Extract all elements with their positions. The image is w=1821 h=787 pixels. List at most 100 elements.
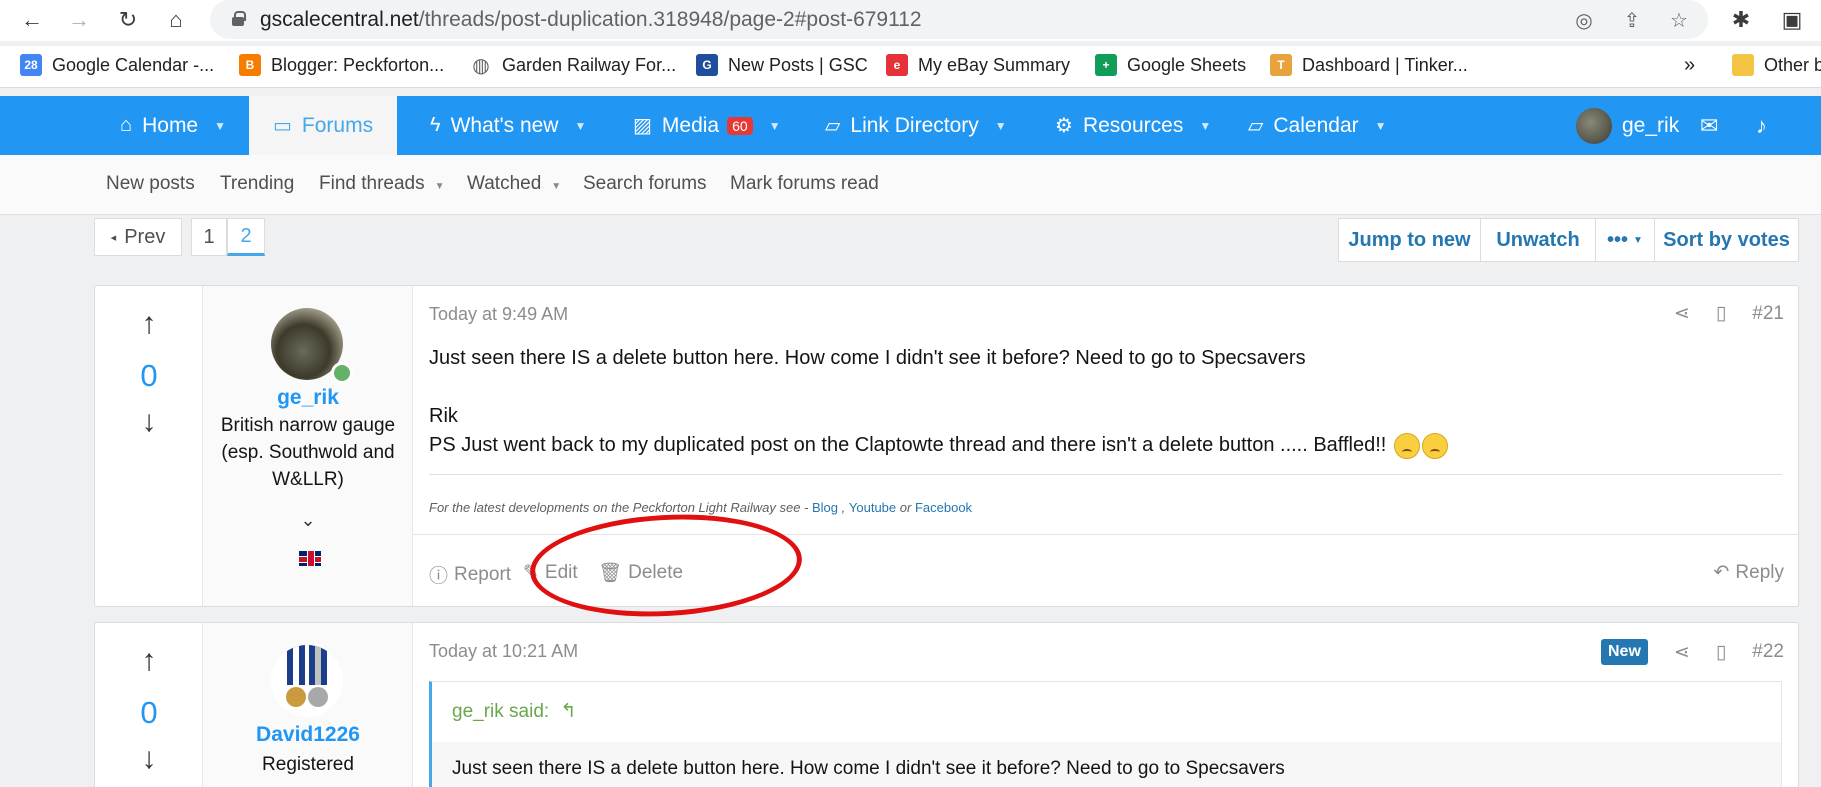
extensions-icon[interactable]: ✱ xyxy=(1726,5,1756,35)
account-menu[interactable]: ge_rik xyxy=(1576,96,1679,155)
eye-off-icon[interactable]: ◎ xyxy=(1570,6,1598,34)
subnav-find-threads[interactable]: Find threads ▼ xyxy=(319,173,445,195)
online-status-icon xyxy=(331,362,353,384)
page-2-button[interactable]: 2 xyxy=(227,218,265,256)
bookmark-google-calendar[interactable]: 28 Google Calendar -... xyxy=(20,54,214,76)
more-icon: ••• xyxy=(1607,228,1629,251)
star-icon[interactable]: ☆ xyxy=(1665,6,1693,34)
bookmark-tinkercad[interactable]: T Dashboard | Tinker... xyxy=(1270,54,1468,76)
uk-flag-icon xyxy=(299,551,321,566)
bookmark-ebay[interactable]: e My eBay Summary xyxy=(886,54,1070,76)
bolt-icon: ϟ xyxy=(430,114,441,136)
bookmark-google-sheets[interactable]: + Google Sheets xyxy=(1095,54,1246,76)
url-text: gscalecentral.net/threads/post-duplicati… xyxy=(260,8,922,32)
reload-icon[interactable]: ↻ xyxy=(112,4,144,36)
post-message: Just seen there IS a delete button here.… xyxy=(429,344,1782,460)
subnav-new-posts[interactable]: New posts xyxy=(106,173,195,195)
prev-label: Prev xyxy=(124,225,166,248)
youtube-link[interactable]: Youtube xyxy=(849,500,896,515)
downvote-arrow-icon[interactable]: ↓ xyxy=(133,743,165,775)
nav-tab-label: Link Directory xyxy=(850,113,979,137)
jump-to-new-button[interactable]: Jump to new xyxy=(1338,218,1481,262)
share-icon[interactable]: ⇪ xyxy=(1618,6,1646,34)
bookmark-icon[interactable]: ▯ xyxy=(1716,302,1726,325)
url-host: gscalecentral.net xyxy=(260,8,419,31)
message-line: Rik xyxy=(429,405,458,427)
subnav-watched[interactable]: Watched ▼ xyxy=(467,173,561,195)
downvote-arrow-icon[interactable]: ↓ xyxy=(133,406,165,438)
nav-tab-label: Forums xyxy=(301,113,374,137)
subnav-mark-forums-read[interactable]: Mark forums read xyxy=(730,173,879,195)
upvote-arrow-icon[interactable]: ↑ xyxy=(133,308,165,340)
post-number[interactable]: #22 xyxy=(1752,641,1784,663)
nav-tab-media[interactable]: ▨ Media 60 ▼ xyxy=(633,96,781,155)
sub-nav: New posts Trending Find threads ▼ Watched… xyxy=(0,155,1821,215)
nav-tab-whats-new[interactable]: ϟ What's new ▼ xyxy=(430,96,586,155)
quote-attribution[interactable]: ge_rik said: ↰ xyxy=(452,700,576,723)
user-column: David1226 Registered xyxy=(203,623,413,787)
other-bookmarks[interactable]: Other b xyxy=(1732,54,1821,76)
signature-text: For the latest developments on the Peckf… xyxy=(429,500,809,515)
globe-icon: ◍ xyxy=(470,54,492,77)
bookmark-new-posts-gsc[interactable]: G New Posts | GSC xyxy=(696,54,868,76)
page-1-button[interactable]: 1 xyxy=(191,218,227,256)
bookmark-blogger[interactable]: B Blogger: Peckforton... xyxy=(239,54,444,76)
nav-tab-link-directory[interactable]: ▱ Link Directory ▼ xyxy=(825,96,1007,155)
bookmark-label: Google Calendar -... xyxy=(52,54,215,75)
post-date[interactable]: Today at 10:21 AM xyxy=(429,641,578,662)
bookmark-garden-railway[interactable]: ◍ Garden Railway For... xyxy=(470,54,676,77)
gsc-icon: G xyxy=(696,54,718,76)
sort-by-votes-button[interactable]: Sort by votes xyxy=(1654,218,1799,262)
nav-tab-resources[interactable]: ⚙ Resources ▼ xyxy=(1055,96,1211,155)
nav-tab-forums[interactable]: ▭ Forums xyxy=(249,96,398,155)
sidepanel-icon[interactable]: ▣ xyxy=(1777,5,1807,35)
subnav-search-forums[interactable]: Search forums xyxy=(583,173,707,195)
post-number[interactable]: #21 xyxy=(1752,303,1784,325)
unwatch-button[interactable]: Unwatch xyxy=(1480,218,1596,262)
post-21: ↑ 0 ↓ ge_rik British narrow gauge (esp. … xyxy=(94,285,1799,607)
share-icon[interactable]: ⋖ xyxy=(1674,641,1690,664)
report-button[interactable]: ⓘ Report xyxy=(429,561,511,588)
subnav-label: Find threads xyxy=(319,173,425,194)
reply-button[interactable]: ↶ Reply xyxy=(1714,561,1785,584)
forward-arrow-icon[interactable]: → xyxy=(63,4,95,36)
folder-icon: ▱ xyxy=(1248,115,1264,137)
address-bar[interactable]: gscalecentral.net/threads/post-duplicati… xyxy=(210,0,1708,39)
mail-icon[interactable]: ✉ xyxy=(1700,96,1718,155)
bookmarks-overflow-icon[interactable]: » xyxy=(1684,54,1695,77)
subnav-trending[interactable]: Trending xyxy=(220,173,294,195)
bookmark-label: My eBay Summary xyxy=(918,54,1071,75)
caret-down-icon: ▼ xyxy=(574,118,587,133)
blog-link[interactable]: Blog xyxy=(812,500,838,515)
facebook-link[interactable]: Facebook xyxy=(915,500,972,515)
back-arrow-icon[interactable]: ← xyxy=(16,4,48,36)
chevron-down-icon[interactable]: ⌄ xyxy=(203,510,413,531)
more-options-button[interactable]: ••• ▼ xyxy=(1595,218,1655,262)
cogs-icon: ⚙ xyxy=(1055,115,1073,137)
caret-down-icon: ▼ xyxy=(768,118,781,133)
vote-count: 0 xyxy=(140,695,158,730)
post-top-actions: ⋖ ▯ #21 xyxy=(1674,302,1784,325)
caret-down-icon: ▼ xyxy=(434,181,445,192)
browser-toolbar: ← → ↻ ⌂ gscalecentral.net/threads/post-d… xyxy=(0,0,1821,41)
media-count-badge: 60 xyxy=(727,116,753,135)
bookmark-label: New Posts | GSC xyxy=(728,54,868,75)
avatar xyxy=(1576,107,1612,144)
bookmark-icon[interactable]: ▯ xyxy=(1716,641,1726,664)
prev-page-button[interactable]: ◂ Prev xyxy=(94,218,182,256)
post-username[interactable]: ge_rik xyxy=(203,386,413,410)
nav-tab-home[interactable]: ⌂ Home ▼ xyxy=(120,96,226,155)
new-badge: New xyxy=(1601,639,1648,665)
bell-icon[interactable]: ♪ xyxy=(1756,96,1767,155)
user-title: Registered xyxy=(262,754,354,775)
nav-tab-label: What's new xyxy=(450,113,559,137)
avatar[interactable] xyxy=(271,645,343,717)
nav-tab-calendar[interactable]: ▱ Calendar ▼ xyxy=(1248,96,1387,155)
upvote-arrow-icon[interactable]: ↑ xyxy=(133,645,165,677)
home-icon[interactable]: ⌂ xyxy=(160,4,192,36)
share-icon[interactable]: ⋖ xyxy=(1674,302,1690,325)
site-nav: ⌂ Home ▼ ▭ Forums ϟ What's new ▼ ▨ Media 60 ▼ ▱ L… xyxy=(0,96,1821,155)
frown-face-icon xyxy=(1421,432,1448,459)
post-date[interactable]: Today at 9:49 AM xyxy=(429,304,568,325)
post-username[interactable]: David1226 xyxy=(203,723,413,747)
